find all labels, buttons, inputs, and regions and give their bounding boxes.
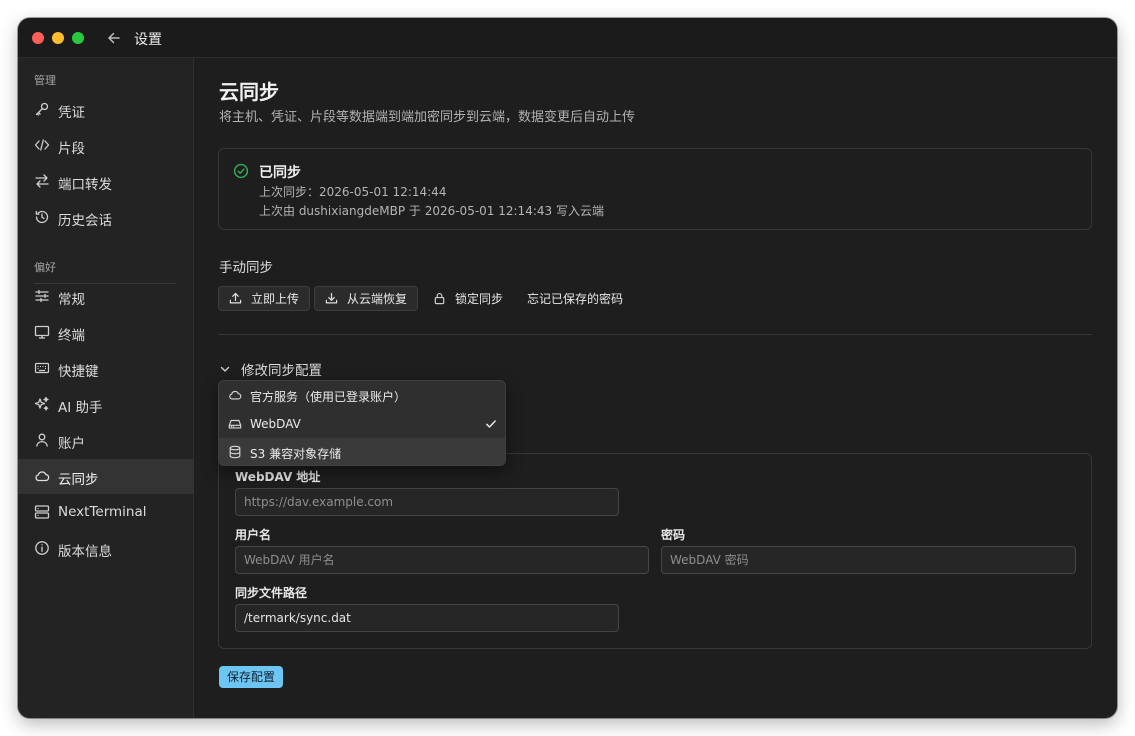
sidebar-item-nextterminal[interactable]: NextTerminal [18,495,194,530]
sidebar-item-snippets[interactable]: 片段 [18,128,194,163]
maximize-window-button[interactable] [72,32,84,44]
sidebar-item-ai-assistant[interactable]: AI 助手 [18,387,194,422]
page-description: 将主机、凭证、片段等数据端到端加密同步到云端，数据变更后自动上传 [219,110,636,125]
webdav-url-input[interactable]: https://dav.example.com [235,488,619,516]
port-forward-icon [35,174,49,188]
window-title: 设置 [134,32,162,48]
sidebar-section-manage: 管理 [34,74,56,87]
lock-icon [434,292,445,305]
sidebar-item-account[interactable]: 账户 [18,423,194,458]
sidebar-item-version-info[interactable]: 版本信息 [18,531,194,566]
edit-sync-config-label: 修改同步配置 [241,363,322,379]
sidebar-item-history[interactable]: 历史会话 [18,200,194,235]
sidebar-item-label: 端口转发 [58,177,112,193]
sync-status-card: 已同步 上次同步：2026-05-01 12:14:44 上次由 dushixi… [218,148,1092,230]
back-button[interactable] [104,28,124,48]
sidebar-item-label: 片段 [58,141,85,157]
info-icon [35,541,49,555]
provider-option-official[interactable]: 官方服务（使用已登录账户） [219,381,505,409]
password-input[interactable]: WebDAV 密码 [661,546,1076,574]
user-icon [36,433,48,447]
lock-sync-label: 锁定同步 [455,292,504,306]
sync-provider-dropdown: 官方服务（使用已登录账户） WebDAV S3 兼容对象存储 [218,380,506,466]
webdav-config-card: WebDAV 地址 https://dav.example.com 用户名 We… [218,453,1092,649]
forget-password-label: 忘记已保存的密码 [527,292,624,306]
section-divider [218,334,1092,335]
sync-status-title: 已同步 [259,165,301,181]
cloud-icon [35,471,50,482]
history-icon [35,210,49,224]
sidebar-item-shortcuts[interactable]: 快捷键 [18,351,194,386]
key-icon [35,102,49,116]
drive-icon [228,419,242,429]
check-circle-icon [233,163,249,179]
minimize-window-button[interactable] [52,32,64,44]
cloud-icon [229,390,242,400]
sidebar-item-label: NextTerminal [58,504,147,520]
last-writer-info: 上次由 dushixiangdeMBP 于 2026-05-01 12:14:4… [259,204,604,218]
sliders-icon [35,289,49,303]
server-icon [34,505,50,519]
sidebar-section-preferences: 偏好 [34,261,56,274]
manual-sync-title: 手动同步 [219,260,273,276]
restore-from-cloud-label: 从云端恢复 [347,292,408,306]
sidebar-item-label: 终端 [58,328,85,344]
webdav-url-label: WebDAV 地址 [235,470,321,484]
save-config-button[interactable]: 保存配置 [219,666,284,688]
sidebar: 管理 凭证 片段 端口转发 历史会话 偏好 常规 终端 快捷键 AI 助手 账户… [18,58,194,718]
username-label: 用户名 [235,528,272,542]
arrow-left-icon [108,32,120,44]
provider-option-label: WebDAV [250,417,301,431]
sparkles-icon [34,396,49,411]
sidebar-item-credentials[interactable]: 凭证 [18,92,194,127]
download-icon [325,292,338,304]
provider-option-label: 官方服务（使用已登录账户） [250,390,407,404]
upload-now-button[interactable]: 立即上传 [218,286,311,311]
upload-now-label: 立即上传 [251,292,300,306]
sidebar-item-label: 账户 [58,436,85,452]
edit-sync-config-toggle[interactable]: 修改同步配置 [219,360,322,379]
sidebar-item-label: 快捷键 [58,364,99,380]
provider-option-s3[interactable]: S3 兼容对象存储 [219,438,505,465]
password-label: 密码 [661,528,686,542]
chevron-down-icon [220,366,230,372]
sidebar-item-label: 常规 [58,292,85,308]
username-input[interactable]: WebDAV 用户名 [235,546,649,574]
restore-from-cloud-button[interactable]: 从云端恢复 [314,286,419,311]
sidebar-item-label: AI 助手 [58,400,103,416]
sidebar-item-general[interactable]: 常规 [18,279,194,314]
sync-path-input[interactable]: /termark/sync.dat [235,604,619,632]
code-icon [34,139,50,151]
provider-option-label: S3 兼容对象存储 [250,447,342,461]
settings-window: 设置 管理 凭证 片段 端口转发 历史会话 偏好 常规 终端 快捷键 AI 助手… [18,18,1117,718]
sidebar-item-label: 版本信息 [58,544,112,560]
keyboard-icon [34,362,50,374]
main-content: 云同步 将主机、凭证、片段等数据端到端加密同步到云端，数据变更后自动上传 已同步… [195,58,1117,718]
sidebar-item-port-forward[interactable]: 端口转发 [18,164,194,199]
sidebar-item-cloud-sync[interactable]: 云同步 [18,459,194,494]
sidebar-item-label: 云同步 [58,472,99,488]
sidebar-item-terminal[interactable]: 终端 [18,315,194,350]
provider-option-webdav[interactable]: WebDAV [219,410,505,438]
monitor-icon [34,325,50,339]
lock-sync-button[interactable]: 锁定同步 [422,286,514,311]
database-icon [229,445,241,459]
sync-path-label: 同步文件路径 [235,586,308,600]
last-sync-time: 上次同步：2026-05-01 12:14:44 [259,185,447,199]
sidebar-item-label: 历史会话 [58,213,112,229]
page-title: 云同步 [219,80,279,104]
sidebar-item-label: 凭证 [58,105,85,121]
forget-password-button[interactable]: 忘记已保存的密码 [516,286,634,311]
check-icon [486,420,496,428]
close-window-button[interactable] [32,32,44,44]
upload-icon [229,292,242,304]
title-bar: 设置 [18,18,1117,58]
